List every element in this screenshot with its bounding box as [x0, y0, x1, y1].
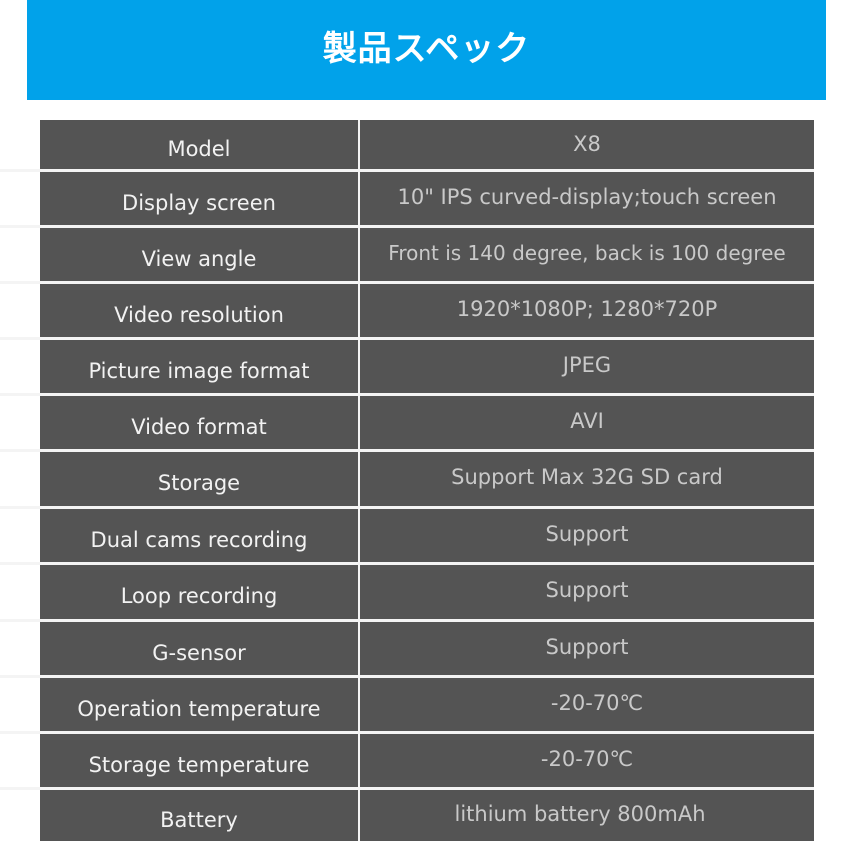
- spec-value: 1920*1080P; 1280*720P: [456, 296, 718, 321]
- spec-label: Battery: [160, 807, 238, 832]
- spec-value: AVI: [570, 408, 604, 433]
- spec-value: 10" IPS curved-display;touch screen: [397, 184, 777, 209]
- spec-label: Model: [167, 136, 231, 161]
- spec-value: Support: [545, 521, 629, 546]
- table-row: Loop recording Support: [0, 562, 814, 619]
- spec-label: View angle: [141, 246, 257, 271]
- spec-table: Model X8 Display screen 10" IPS curved-d…: [0, 120, 814, 841]
- spec-label: Picture image format: [88, 358, 310, 383]
- spec-value: Front is 140 degree, back is 100 degree: [388, 240, 786, 265]
- spec-label: Storage: [157, 471, 241, 495]
- spec-label: Video format: [131, 414, 267, 439]
- table-row: Storage temperature -20-70℃: [0, 731, 814, 787]
- spec-value: X8: [573, 131, 601, 156]
- spec-value: -20-70℃: [550, 690, 644, 715]
- table-row: Video resolution 1920*1080P; 1280*720P: [0, 281, 814, 337]
- table-row: Dual cams recording Support: [0, 506, 814, 562]
- spec-value: JPEG: [562, 352, 612, 377]
- table-row: Battery lithium battery 800mAh: [0, 787, 814, 841]
- spec-value: lithium battery 800mAh: [454, 801, 706, 826]
- table-row: Model X8: [40, 120, 814, 169]
- table-row: Video format AVI: [0, 393, 814, 449]
- spec-label: G-sensor: [152, 640, 246, 665]
- spec-label: Dual cams recording: [90, 527, 308, 552]
- table-row: Storage Support Max 32G SD card: [0, 449, 814, 506]
- table-row: G-sensor Support: [0, 619, 814, 675]
- spec-value: Support: [545, 634, 629, 659]
- table-row: Display screen 10" IPS curved-display;to…: [0, 169, 814, 225]
- spec-label: Display screen: [122, 190, 276, 215]
- table-row: Picture image format JPEG: [0, 337, 814, 393]
- table-row: View angle Front is 140 degree, back is …: [0, 225, 814, 281]
- spec-value: Support Max 32G SD card: [451, 465, 723, 489]
- spec-label: Video resolution: [114, 302, 284, 327]
- spec-label: Loop recording: [120, 584, 278, 608]
- spec-label: Storage temperature: [88, 752, 310, 777]
- page-title: 製品スペック: [322, 28, 531, 69]
- spec-value: Support: [545, 578, 629, 602]
- table-row: Operation temperature -20-70℃: [0, 675, 814, 731]
- header-banner: 製品スペック: [27, 0, 826, 100]
- spec-label: Operation temperature: [77, 696, 321, 721]
- spec-value: -20-70℃: [540, 746, 634, 771]
